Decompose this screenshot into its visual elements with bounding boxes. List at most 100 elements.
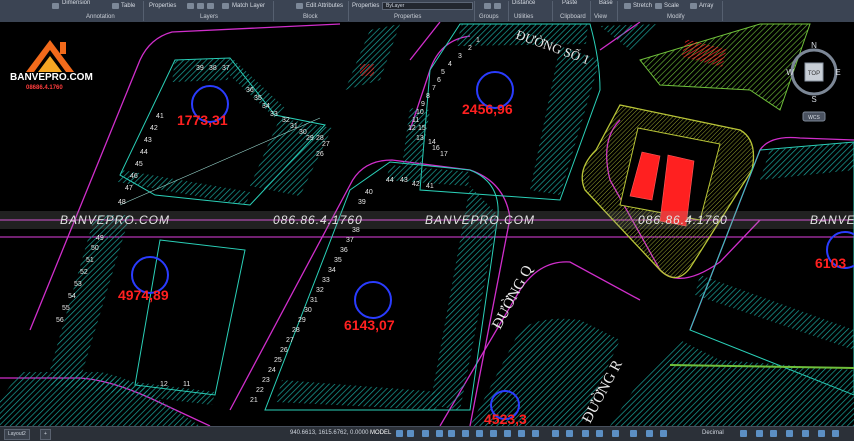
svg-text:13: 13 xyxy=(416,135,424,142)
array-icon[interactable] xyxy=(690,3,697,9)
group-annotation-label[interactable]: Annotation xyxy=(86,14,115,21)
isolate-objects-icon[interactable] xyxy=(770,430,777,437)
grid-icon[interactable] xyxy=(396,430,403,437)
dimension-icon[interactable] xyxy=(52,3,59,9)
svg-text:6: 6 xyxy=(437,77,441,84)
transparency-icon[interactable] xyxy=(490,430,497,437)
logo-name: BANVEPRO.COM xyxy=(10,72,93,83)
svg-text:40: 40 xyxy=(365,189,373,196)
svg-text:10: 10 xyxy=(416,109,424,116)
svg-text:32: 32 xyxy=(282,117,290,124)
watermark-phone: 086.86.4.1760 xyxy=(273,213,363,227)
group-tool-icon[interactable] xyxy=(484,3,491,9)
menu-icon[interactable] xyxy=(832,430,839,437)
svg-text:49: 49 xyxy=(96,235,104,242)
svg-text:26: 26 xyxy=(280,347,288,354)
tab-layout2[interactable]: Layout2 xyxy=(4,429,30,440)
base-view-button[interactable]: Base xyxy=(599,0,613,7)
otrack-icon[interactable] xyxy=(462,430,469,437)
viewcube[interactable]: TOP N S W E WCS xyxy=(786,38,842,124)
svg-text:38: 38 xyxy=(209,65,217,72)
table-button[interactable]: Table xyxy=(121,3,135,10)
autoscale-icon[interactable] xyxy=(596,430,603,437)
edit-attributes-icon[interactable] xyxy=(296,3,303,9)
clean-screen-icon[interactable] xyxy=(802,430,809,437)
red-building-small xyxy=(360,64,374,76)
gizmo-icon[interactable] xyxy=(566,430,573,437)
group-layers-label[interactable]: Layers xyxy=(200,14,218,21)
annotation-scale-icon[interactable] xyxy=(612,430,619,437)
watermark-site: BANVEPRO.COM xyxy=(60,213,171,227)
measure-distance-button[interactable]: Distance xyxy=(512,0,535,7)
svg-text:48: 48 xyxy=(118,199,126,206)
polar-icon[interactable] xyxy=(436,430,443,437)
lock-ui-icon[interactable] xyxy=(756,430,763,437)
watermark-site: BANVEPRO.COM xyxy=(425,213,536,227)
svg-text:41: 41 xyxy=(156,113,164,120)
stretch-icon[interactable] xyxy=(624,3,631,9)
banvepro-logo: BANVEPRO.COM 08686.4.1760 xyxy=(4,26,104,96)
ribbon-separator xyxy=(590,1,591,21)
layer-tool-icon[interactable] xyxy=(207,3,214,9)
table-icon[interactable] xyxy=(112,3,119,9)
group-modify-label[interactable]: Modify xyxy=(667,14,685,21)
svg-text:1: 1 xyxy=(476,37,480,44)
ribbon-separator xyxy=(143,1,144,21)
selection-cycling-icon[interactable] xyxy=(504,430,511,437)
dimension-button[interactable]: Dimension xyxy=(62,0,90,7)
svg-text:12: 12 xyxy=(160,381,168,388)
array-button[interactable]: Array xyxy=(699,3,713,10)
lineweight-icon[interactable] xyxy=(476,430,483,437)
logo-phone: 08686.4.1760 xyxy=(26,85,63,91)
svg-text:54: 54 xyxy=(68,293,76,300)
3d-osnap-icon[interactable] xyxy=(518,430,525,437)
match-layer-button[interactable]: Match Layer xyxy=(232,3,265,10)
svg-text:11: 11 xyxy=(183,381,190,388)
scale-button[interactable]: Scale xyxy=(664,3,679,10)
customization-icon[interactable] xyxy=(818,430,825,437)
quick-properties-icon[interactable] xyxy=(740,430,747,437)
svg-text:8: 8 xyxy=(426,93,430,100)
match-layer-icon[interactable] xyxy=(222,3,229,9)
graphics-performance-icon[interactable] xyxy=(786,430,793,437)
dynamic-ucs-icon[interactable] xyxy=(532,430,539,437)
ortho-icon[interactable] xyxy=(422,430,429,437)
group-tool-icon[interactable] xyxy=(494,3,501,9)
ribbon-separator xyxy=(552,1,553,21)
svg-text:29: 29 xyxy=(306,135,314,142)
units-dropdown[interactable]: Decimal xyxy=(702,429,724,438)
edit-attributes-button[interactable]: Edit Attributes xyxy=(306,3,343,10)
layer-tool-icon[interactable] xyxy=(197,3,204,9)
ribbon-separator xyxy=(348,1,349,21)
add-layout-button[interactable]: + xyxy=(40,429,51,440)
group-block-label[interactable]: Block xyxy=(303,14,318,21)
group-properties-label[interactable]: Properties xyxy=(394,14,421,21)
area-label: 1773,31 xyxy=(177,112,228,128)
svg-text:34: 34 xyxy=(262,103,270,110)
annotation-visibility-icon[interactable] xyxy=(582,430,589,437)
stretch-button[interactable]: Stretch xyxy=(633,3,652,10)
group-clipboard-label[interactable]: Clipboard xyxy=(560,14,586,21)
group-utilities-label[interactable]: Utilities xyxy=(514,14,533,21)
model-space-button[interactable]: MODEL xyxy=(370,429,391,438)
svg-text:31: 31 xyxy=(310,297,318,304)
paste-button[interactable]: Paste xyxy=(562,0,577,7)
osnap-icon[interactable] xyxy=(448,430,455,437)
selection-filter-icon[interactable] xyxy=(552,430,559,437)
scale-icon[interactable] xyxy=(655,3,662,9)
snap-icon[interactable] xyxy=(407,430,414,437)
group-groups-label[interactable]: Groups xyxy=(479,14,499,21)
layer-properties-button[interactable]: Properties xyxy=(149,3,176,10)
bylayer-dropdown[interactable]: ByLayer xyxy=(382,2,473,10)
layer-tool-icon[interactable] xyxy=(187,3,194,9)
workspace-icon[interactable] xyxy=(630,430,637,437)
svg-text:3: 3 xyxy=(458,53,462,60)
match-properties-button[interactable]: Properties xyxy=(352,3,379,10)
watermark-phone: 086.86.4.1760 xyxy=(638,213,728,227)
annotation-monitor-icon[interactable] xyxy=(646,430,653,437)
group-view-label[interactable]: View xyxy=(594,14,607,21)
svg-text:15: 15 xyxy=(418,125,426,132)
svg-text:44: 44 xyxy=(140,149,148,156)
compass-icon[interactable]: TOP N S W E WCS xyxy=(786,38,842,124)
units-icon[interactable] xyxy=(660,430,667,437)
